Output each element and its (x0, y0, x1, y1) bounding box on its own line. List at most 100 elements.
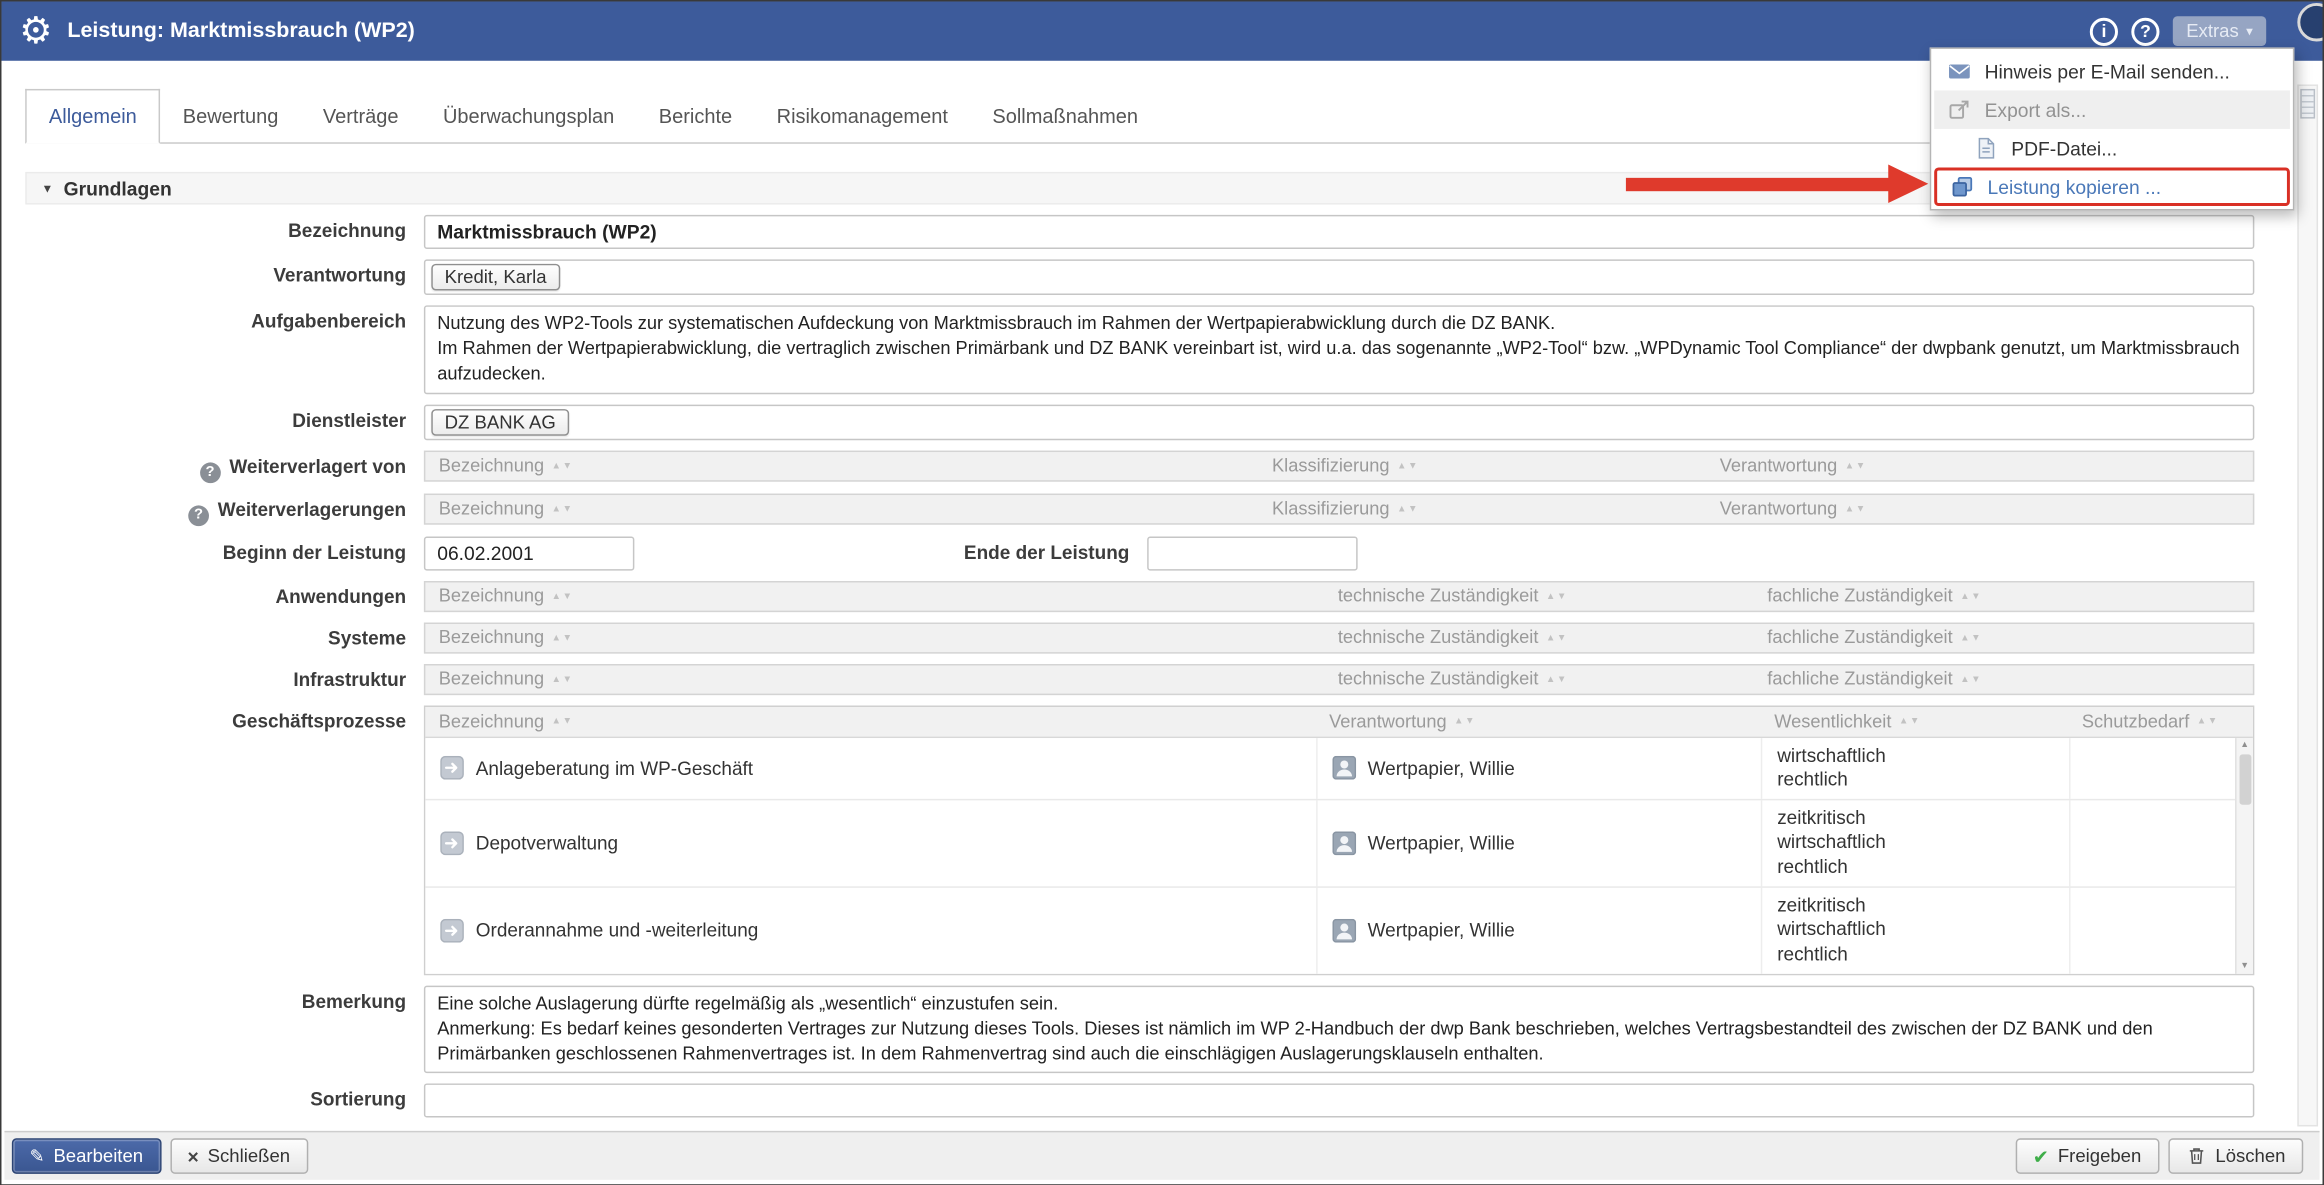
tab-risikomanagement[interactable]: Risikomanagement (754, 89, 970, 142)
person-icon (1332, 756, 1356, 780)
column-header-bezeichnung[interactable]: Bezeichnung▲▼ (425, 627, 1324, 648)
beginn-der-leistung-field[interactable]: 06.02.2001 (424, 536, 634, 570)
column-header-verantwortung[interactable]: Verantwortung▲▼ (1316, 711, 1761, 732)
loeschen-button[interactable]: Löschen (2168, 1138, 2303, 1174)
tab-sollmassnahmen[interactable]: Sollmaßnahmen (970, 89, 1160, 142)
scrollbar-thumb[interactable] (2239, 754, 2251, 804)
header-text: Verantwortung (1720, 498, 1838, 519)
anwendungen-table-header: Bezeichnung▲▼ technische Zuständigkeit▲▼… (424, 580, 2254, 611)
freigeben-button[interactable]: ✔ Freigeben (2015, 1138, 2159, 1174)
extras-menu: Hinweis per E-Mail senden... Export als.… (1930, 47, 2295, 210)
label-weiterverlagert-von: ?Weiterverlagert von (25, 450, 424, 483)
header-text: technische Zuständigkeit (1338, 586, 1539, 607)
header-text: Wesentlichkeit (1774, 711, 1891, 732)
dienstleister-field[interactable]: DZ BANK AG (424, 404, 2254, 440)
menu-item-leistung-kopieren[interactable]: Leistung kopieren ... (1934, 167, 2290, 206)
column-header-wesentlichkeit[interactable]: Wesentlichkeit▲▼ (1761, 711, 2069, 732)
person-icon (1332, 918, 1356, 942)
table-row[interactable]: Depotverwaltung Wertpapier, Willie zeitk… (425, 799, 2235, 886)
menu-item-hinweis-email[interactable]: Hinweis per E-Mail senden... (1934, 52, 2290, 91)
header-text: Verantwortung (1329, 711, 1447, 732)
schliessen-button[interactable]: × Schließen (170, 1138, 308, 1174)
geschaeftsprozesse-table-header: Bezeichnung▲▼ Verantwortung▲▼ Wesentlich… (425, 706, 2252, 737)
sort-icon: ▲▼ (1960, 674, 1982, 684)
label-aufgabenbereich: Aufgabenbereich (25, 305, 424, 332)
person-icon (1332, 831, 1356, 855)
footer-toolbar: ✎ Bearbeiten × Schließen ✔ Freigeben Lös… (4, 1131, 2319, 1180)
schutzbedarf-cell (2069, 887, 2236, 973)
tab-bewertung[interactable]: Bewertung (160, 89, 300, 142)
header-text: Bezeichnung (439, 711, 544, 732)
column-header-schutzbedarf[interactable]: Schutzbedarf▲▼ (2069, 711, 2236, 732)
label-geschaeftsprozesse: Geschäftsprozesse (25, 705, 424, 732)
tab-vertraege[interactable]: Verträge (301, 89, 421, 142)
footer-right-actions: ✔ Freigeben Löschen (2015, 1138, 2312, 1174)
scroll-up-icon[interactable]: ▲ (2240, 738, 2249, 753)
column-header-klassifizierung[interactable]: Klassifizierung▲▼ (1259, 498, 1707, 519)
column-header-technische-zustaendigkeit[interactable]: technische Zuständigkeit▲▼ (1324, 669, 1753, 690)
bezeichnung-field[interactable]: Marktmissbrauch (WP2) (424, 215, 2254, 249)
infrastruktur-table-header: Bezeichnung ▲▼ technische Zuständigkeit▲▼… (424, 663, 2254, 694)
annotation-arrow-head (1888, 165, 1928, 204)
export-icon (1948, 98, 1972, 122)
column-header-bezeichnung[interactable]: Bezeichnung▲▼ (425, 498, 1258, 519)
main-content: ▼ Grundlagen Bezeichnung Marktmissbrauch… (25, 142, 2269, 1125)
sortierung-field[interactable] (424, 1084, 2254, 1118)
label-verantwortung: Verantwortung (25, 259, 424, 286)
table-scrollbar[interactable]: ▲ ▼ (2235, 738, 2253, 974)
vertical-scrollbar[interactable] (2297, 84, 2318, 1126)
sort-icon: ▲▼ (552, 460, 574, 470)
column-header-fachliche-zustaendigkeit[interactable]: fachliche Zuständigkeit▲▼ (1754, 669, 2253, 690)
aufgabenbereich-field[interactable]: Nutzung des WP2-Tools zur systematischen… (424, 305, 2254, 393)
help-badge-icon[interactable]: ? (188, 505, 209, 526)
extras-button[interactable]: Extras ▾ (2173, 16, 2266, 46)
info-icon[interactable]: i (2090, 17, 2118, 45)
ende-der-leistung-field[interactable] (1147, 536, 1357, 570)
wesentlichkeit-cell: zeitkritisch wirtschaftlich rechtlich (1761, 800, 2069, 886)
scroll-down-icon[interactable]: ▼ (2240, 958, 2249, 973)
column-header-technische-zustaendigkeit[interactable]: technische Zuständigkeit▲▼ (1324, 586, 1753, 607)
trash-icon (2186, 1146, 2207, 1167)
table-row[interactable]: Orderannahme und -weiterleitung Wertpapi… (425, 886, 2235, 973)
header-text: technische Zuständigkeit (1338, 627, 1539, 648)
tab-allgemein[interactable]: Allgemein (25, 89, 160, 144)
dienstleister-chip[interactable]: DZ BANK AG (431, 408, 569, 435)
sort-icon: ▲▼ (2197, 716, 2219, 726)
menu-item-export-als[interactable]: Export als... (1934, 90, 2290, 129)
column-header-bezeichnung[interactable]: Bezeichnung▲▼ (425, 711, 1315, 732)
help-badge-icon[interactable]: ? (200, 462, 221, 483)
bemerkung-field[interactable]: Eine solche Auslagerung dürfte regelmäßi… (424, 985, 2254, 1073)
bearbeiten-button[interactable]: ✎ Bearbeiten (12, 1138, 161, 1174)
verantwortung-chip[interactable]: Kredit, Karla (431, 264, 560, 291)
column-header-fachliche-zustaendigkeit[interactable]: fachliche Zuständigkeit▲▼ (1754, 586, 2253, 607)
tab-berichte[interactable]: Berichte (637, 89, 755, 142)
menu-item-label: Hinweis per E-Mail senden... (1985, 60, 2230, 82)
collapse-icon: ▼ (41, 182, 53, 195)
column-header-klassifizierung[interactable]: Klassifizierung▲▼ (1259, 455, 1707, 476)
label-weiterverlagerungen: ?Weiterverlagerungen (25, 493, 424, 526)
column-header-bezeichnung[interactable]: Bezeichnung ▲▼ (425, 669, 1324, 690)
help-icon[interactable]: ? (2131, 17, 2159, 45)
scrollbar-thumb[interactable] (2300, 89, 2315, 119)
column-header-bezeichnung[interactable]: Bezeichnung▲▼ (425, 586, 1324, 607)
header-text: Bezeichnung (439, 586, 544, 607)
header-text: Bezeichnung (439, 669, 544, 690)
label-sortierung: Sortierung (25, 1084, 424, 1111)
column-header-fachliche-zustaendigkeit[interactable]: fachliche Zuständigkeit▲▼ (1754, 627, 2253, 648)
column-header-verantwortung[interactable]: Verantwortung▲▼ (1706, 455, 2252, 476)
column-header-bezeichnung[interactable]: Bezeichnung▲▼ (425, 455, 1258, 476)
sort-icon: ▲▼ (552, 674, 574, 684)
table-row[interactable]: Anlageberatung im WP-Geschäft Wertpapier… (425, 738, 2235, 799)
column-header-verantwortung[interactable]: Verantwortung▲▼ (1706, 498, 2252, 519)
annotation-arrow (1626, 178, 1890, 191)
label-bemerkung: Bemerkung (25, 985, 424, 1012)
prozess-name: Orderannahme und -weiterleitung (476, 919, 759, 941)
column-header-technische-zustaendigkeit[interactable]: technische Zuständigkeit▲▼ (1324, 627, 1753, 648)
tab-ueberwachungsplan[interactable]: Überwachungsplan (421, 89, 637, 142)
menu-item-pdf-datei[interactable]: PDF-Datei... (1934, 129, 2290, 168)
header-text: fachliche Zuständigkeit (1767, 586, 1952, 607)
verantwortung-field[interactable]: Kredit, Karla (424, 259, 2254, 295)
label-beginn-der-leistung: Beginn der Leistung (25, 536, 424, 563)
label-ende-der-leistung: Ende der Leistung (634, 536, 1147, 563)
sort-icon: ▲▼ (552, 503, 574, 513)
